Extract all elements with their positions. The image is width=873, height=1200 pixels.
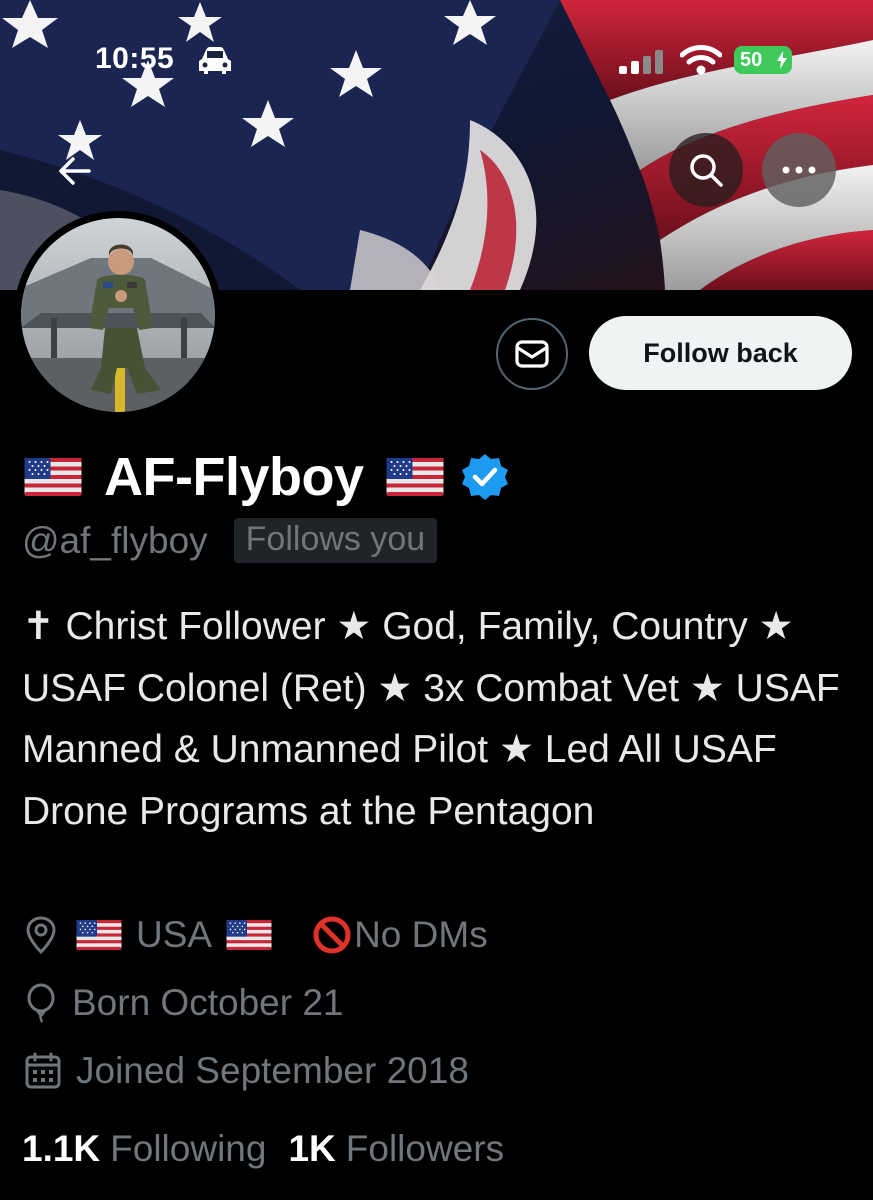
battery-indicator: 50 xyxy=(734,46,792,74)
us-flag-icon xyxy=(24,458,82,496)
message-button[interactable] xyxy=(496,318,568,390)
following-label[interactable]: Following xyxy=(110,1128,266,1170)
display-name: AF-Flyboy xyxy=(104,447,364,507)
envelope-icon xyxy=(515,340,549,368)
profile-bio: ✝ Christ Follower ★ God, Family, Country… xyxy=(22,605,840,833)
more-options-button[interactable] xyxy=(762,133,836,207)
display-name-row: AF-Flyboy xyxy=(24,444,510,510)
following-count[interactable]: 1.1K xyxy=(22,1128,100,1170)
follows-you-badge: Follows you xyxy=(233,518,438,563)
car-icon xyxy=(199,47,231,74)
followers-count[interactable]: 1K xyxy=(288,1128,335,1170)
user-handle: @af_flyboy xyxy=(22,519,208,561)
avatar[interactable] xyxy=(14,211,222,419)
joined-text: Joined September 2018 xyxy=(76,1050,469,1091)
back-button[interactable] xyxy=(44,140,106,202)
location-row: USA No DMs xyxy=(24,914,488,956)
avatar-image xyxy=(21,218,215,412)
verified-badge-icon[interactable] xyxy=(460,452,510,502)
arrow-left-icon xyxy=(59,157,91,185)
location-text: USA xyxy=(136,914,213,955)
search-icon xyxy=(690,154,723,187)
followers-label[interactable]: Followers xyxy=(346,1128,504,1170)
us-flag-icon xyxy=(386,458,444,496)
dm-note: No DMs xyxy=(354,914,488,955)
calendar-icon xyxy=(24,1052,62,1090)
status-time: 10:55 xyxy=(95,42,175,75)
us-flag-icon xyxy=(76,920,122,950)
us-flag-icon xyxy=(226,920,272,950)
no-entry-icon xyxy=(313,916,351,954)
joined-row: Joined September 2018 xyxy=(24,1050,469,1092)
search-button[interactable] xyxy=(669,133,743,207)
more-icon xyxy=(782,166,816,174)
battery-level: 50 xyxy=(740,49,763,71)
wifi-icon xyxy=(680,45,722,75)
follow-stats: 1.1K Following 1K Followers xyxy=(22,1128,526,1170)
charging-bolt-icon xyxy=(777,51,787,69)
follow-back-button[interactable]: Follow back xyxy=(589,316,852,390)
location-pin-icon xyxy=(24,916,58,954)
signal-icon xyxy=(619,50,663,74)
balloon-icon xyxy=(24,983,58,1023)
handle-row: @af_flyboy Follows you xyxy=(22,518,438,563)
birthday-text: Born October 21 xyxy=(72,982,344,1023)
birthday-row: Born October 21 xyxy=(24,982,343,1024)
